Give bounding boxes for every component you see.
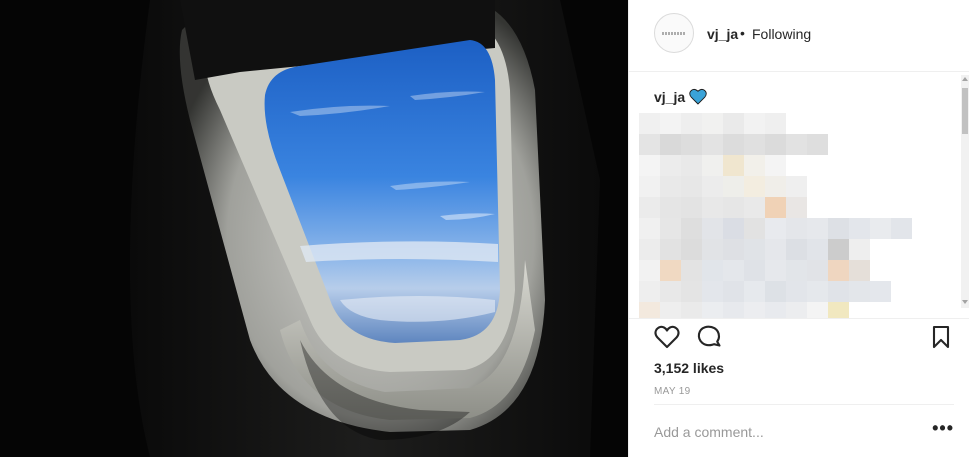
caption-username[interactable]: vj_ja [654, 89, 685, 105]
comment-bubble-icon[interactable] [695, 323, 723, 351]
bookmark-icon[interactable] [928, 323, 954, 351]
post-photo[interactable] [0, 0, 628, 457]
header-username[interactable]: vj_ja [707, 26, 738, 42]
follow-status-button[interactable]: Following [752, 26, 811, 42]
post-date[interactable]: MAY 19 [654, 386, 690, 397]
blue-heart-emoji-icon [689, 88, 707, 105]
more-options-button[interactable]: ••• [932, 418, 954, 439]
likes-count[interactable]: 3,152 likes [654, 360, 724, 376]
scroll-down-arrow-icon[interactable] [962, 300, 968, 304]
scroll-up-arrow-icon[interactable] [962, 77, 968, 81]
post-header: vj_ja • Following [629, 0, 969, 72]
airplane-window-image [0, 0, 628, 457]
scrollbar-thumb[interactable] [962, 88, 968, 134]
avatar[interactable] [654, 13, 694, 53]
comment-input[interactable] [654, 421, 904, 443]
comment-bar: ••• [654, 404, 954, 457]
caption-area: vj_ja [629, 73, 969, 318]
post-actions [629, 318, 969, 358]
header-separator: • [740, 25, 745, 41]
heart-outline-icon[interactable] [653, 323, 681, 351]
post-side-panel: vj_ja • Following vj_ja 3,152 likes MAY … [628, 0, 969, 457]
avatar-logo-text [662, 32, 686, 35]
